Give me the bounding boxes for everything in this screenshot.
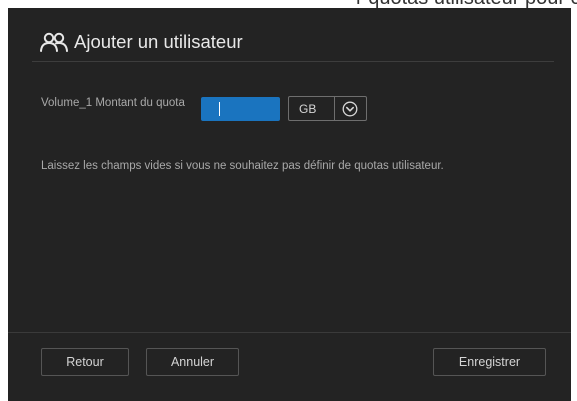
chevron-down-circle-icon[interactable] [342,101,358,117]
text-caret [219,102,220,116]
footer-divider [8,332,571,333]
cancel-button[interactable]: Annuler [146,348,239,376]
background-page-strip: r quotas utilisateur pour ce nouvel util… [0,0,577,8]
title-divider [32,61,554,62]
quota-label: Volume_1 Montant du quota [41,97,185,109]
select-divider [334,97,335,120]
dialog-title-bar: Ajouter un utilisateur [8,8,571,62]
background-hint-text: r quotas utilisateur pour ce nouvel util… [356,0,577,8]
quota-unit-value: GB [299,102,317,116]
quota-unit-select[interactable]: GB [288,96,367,121]
save-button[interactable]: Enregistrer [433,348,546,376]
quota-hint-text: Laissez les champs vides si vous ne souh… [41,160,444,172]
dialog-title: Ajouter un utilisateur [74,31,243,52]
add-user-dialog: Ajouter un utilisateur Volume_1 Montant … [8,8,571,401]
users-icon [40,32,68,52]
back-button[interactable]: Retour [41,348,129,376]
quota-amount-input[interactable] [201,97,280,121]
